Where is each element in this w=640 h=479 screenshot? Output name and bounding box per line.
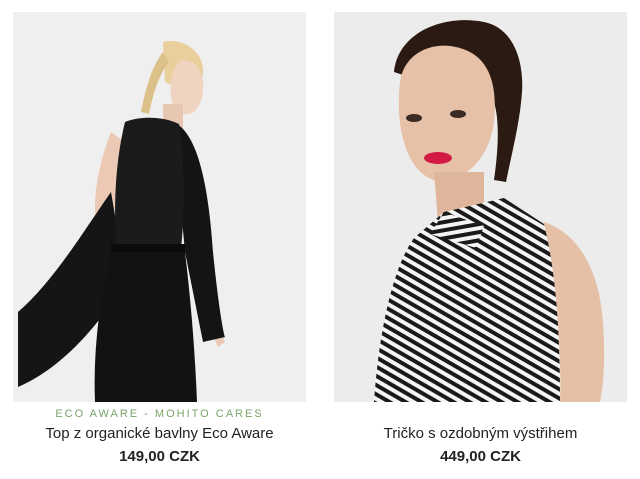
product-image[interactable] [334, 12, 627, 402]
product-name[interactable]: Top z organické bavlny Eco Aware [13, 425, 306, 442]
product-tag: ECO AWARE - MOHITO CARES [55, 408, 264, 420]
product-card[interactable]: Tričko s ozdobným výstřihem 449,00 CZK [334, 12, 627, 465]
product-card[interactable]: ECO AWARE - MOHITO CARES Top z organické… [13, 12, 306, 465]
woman-black-tank-top-photo [13, 12, 306, 402]
product-image[interactable] [13, 12, 306, 402]
product-price: 449,00 CZK [440, 448, 521, 465]
woman-striped-top-photo [334, 12, 627, 402]
product-price: 149,00 CZK [119, 448, 200, 465]
product-grid: ECO AWARE - MOHITO CARES Top z organické… [0, 0, 640, 479]
product-name[interactable]: Tričko s ozdobným výstřihem [334, 425, 627, 442]
